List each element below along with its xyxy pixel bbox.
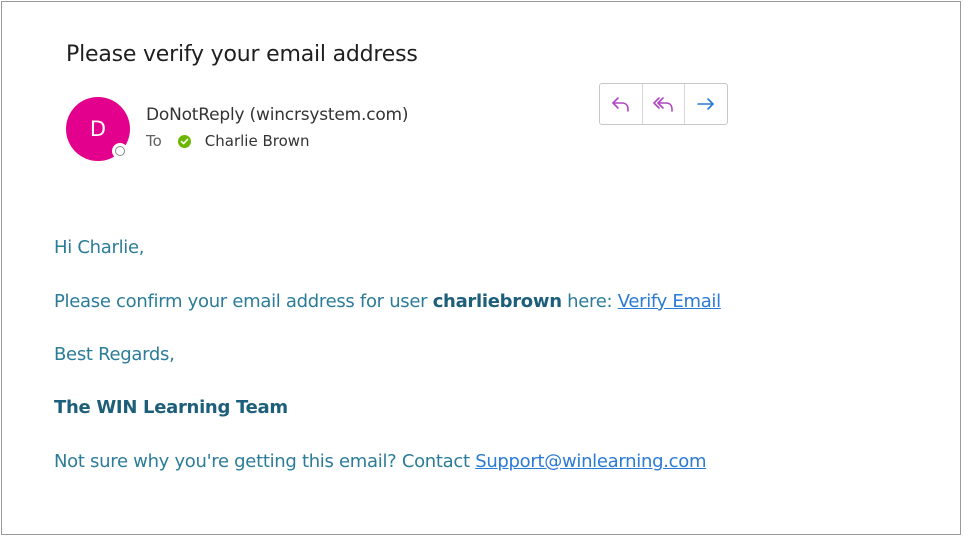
email-subject: Please verify your email address	[66, 42, 418, 67]
reply-all-button[interactable]	[643, 84, 686, 124]
reply-button[interactable]	[600, 84, 643, 124]
recipient-name[interactable]: Charlie Brown	[205, 132, 310, 150]
verify-email-link[interactable]: Verify Email	[618, 291, 721, 312]
confirm-prefix-text: Please confirm your email address for us…	[54, 291, 433, 312]
notsure-prefix-text: Not sure why you're getting this email? …	[54, 451, 476, 472]
message-actions	[599, 83, 728, 125]
greeting-text: Hi Charlie,	[54, 237, 145, 258]
check-circle-icon	[177, 134, 191, 148]
sender-name[interactable]: DoNotReply (wincrsystem.com)	[146, 105, 409, 125]
support-paragraph: Not sure why you're getting this email? …	[54, 451, 706, 472]
forward-icon	[697, 98, 714, 110]
reply-icon	[612, 97, 629, 112]
team-signature: The WIN Learning Team	[54, 397, 288, 418]
forward-button[interactable]	[685, 84, 727, 124]
confirm-middle-text: here:	[561, 291, 618, 312]
recipient-row: To Charlie Brown	[146, 132, 310, 150]
username-text: charliebrown	[432, 291, 562, 312]
reply-all-icon	[652, 97, 673, 112]
regards-text: Best Regards,	[54, 344, 175, 365]
email-reading-pane: Please verify your email address D DoNot…	[1, 1, 961, 535]
support-email-link[interactable]: Support@winlearning.com	[475, 451, 706, 472]
presence-status-icon	[112, 143, 128, 159]
confirm-paragraph: Please confirm your email address for us…	[54, 291, 721, 312]
avatar-initial: D	[89, 117, 107, 141]
to-label: To	[146, 132, 162, 150]
